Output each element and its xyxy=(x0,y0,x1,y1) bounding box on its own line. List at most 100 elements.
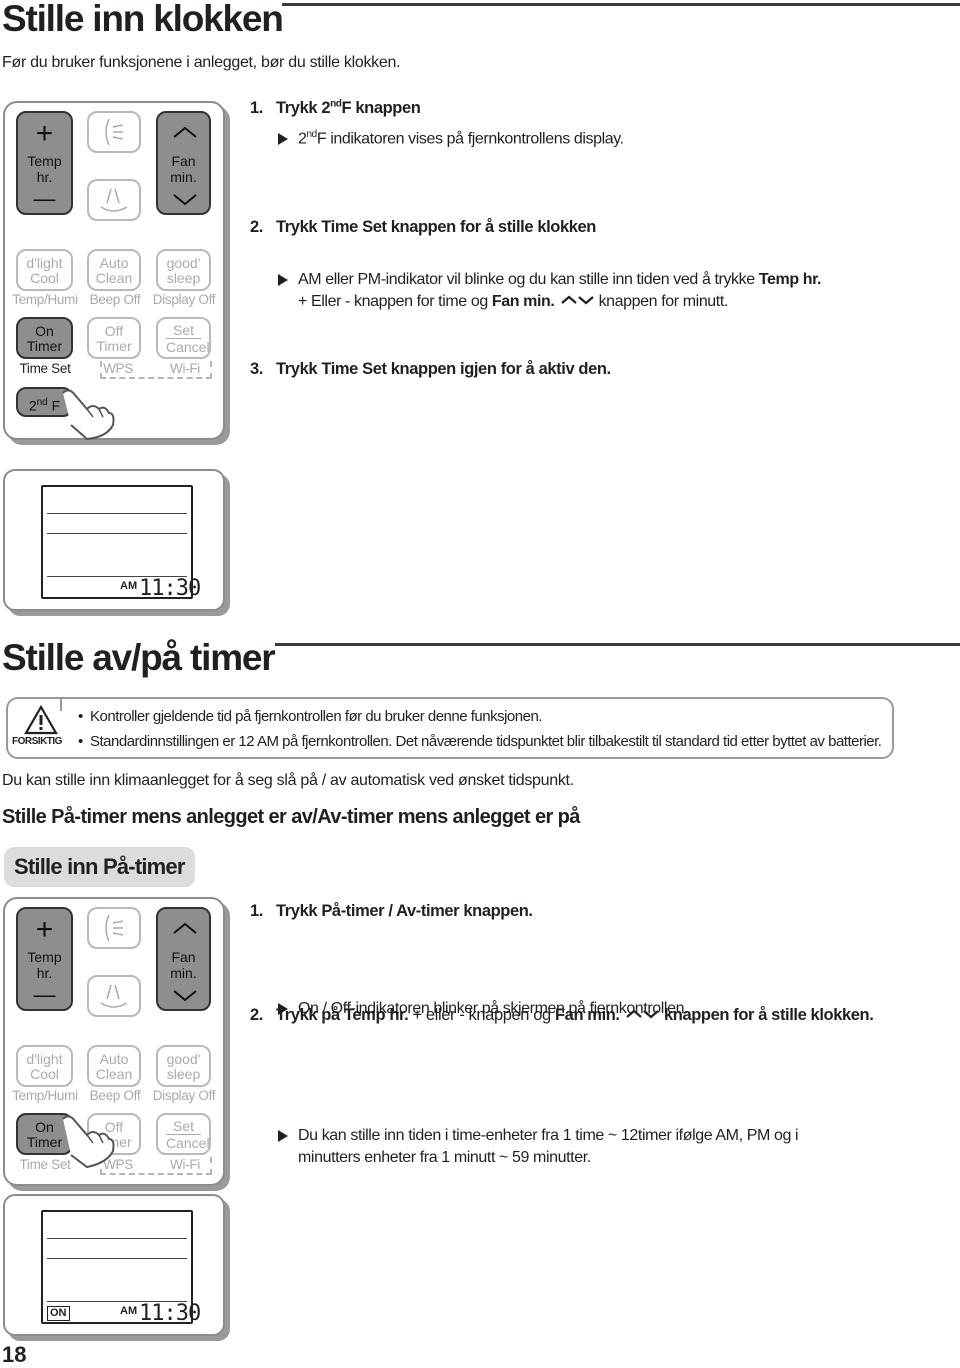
am-indicator: AM xyxy=(120,1305,138,1317)
cool-label: Cool xyxy=(30,270,59,286)
step-text: knappen. xyxy=(459,902,533,920)
caution-item: Standardinnstillingen er 12 AM på fjernk… xyxy=(78,733,882,750)
cool-label: Cool xyxy=(30,1066,59,1082)
chevron-up-icon xyxy=(173,126,197,138)
chevron-down-icon xyxy=(173,194,197,206)
display-off-caption: Display Off xyxy=(152,1088,216,1103)
dlight-cool-button[interactable]: d'light Cool xyxy=(16,249,73,291)
wifi-caption: Wi-Fi xyxy=(170,1157,200,1172)
temp-button[interactable]: + Temp hr. — xyxy=(16,111,73,215)
detail-bold: Temp hr. xyxy=(758,270,822,288)
page-number: 18 xyxy=(2,1342,27,1367)
timer-intro: Du kan stille inn klimaanlegget for å se… xyxy=(2,772,574,789)
step-text-bold: Fan min. xyxy=(554,1006,620,1024)
timer-label: Timer xyxy=(96,338,132,354)
triangle-bullet-icon xyxy=(278,273,288,286)
section-title-set-clock: Stille inn klokken xyxy=(2,0,284,39)
dlight-cool-button[interactable]: d'light Cool xyxy=(16,1045,73,1087)
remote-control-2: + Temp hr. — Fan min. d'light Cool Temp/… xyxy=(3,897,225,1186)
swing-vertical-icon xyxy=(105,118,124,146)
swing-vertical-button[interactable] xyxy=(87,907,141,949)
step-title: Trykk Time Set knappen for å stille klok… xyxy=(276,218,596,236)
off-label: Off xyxy=(104,323,124,339)
beep-off-caption: Beep Off xyxy=(89,1088,141,1103)
up-down-arrows-icon xyxy=(560,295,594,305)
good-sleep-button[interactable]: good' sleep xyxy=(156,1045,211,1087)
lcd-line xyxy=(47,1238,187,1239)
sleep-label: sleep xyxy=(166,1066,201,1082)
fan-button[interactable]: Fan min. xyxy=(156,111,211,215)
swing-vertical-button[interactable] xyxy=(87,111,141,153)
caution-divider xyxy=(60,697,62,711)
plus-icon: + xyxy=(35,913,54,946)
step-number: 1. xyxy=(250,99,263,117)
set-label: Set xyxy=(172,322,194,338)
fan-label: Fan xyxy=(171,153,196,169)
timer-step-2-detail: Du kan stille inn tiden i time-enheter f… xyxy=(278,1125,898,1170)
remote-display-1: AM 11:30 xyxy=(3,469,225,611)
dlight-label: d'light xyxy=(26,1051,63,1067)
step-text: Trykk på xyxy=(276,1006,344,1024)
caution-item: Kontroller gjeldende tid på fjernkontrol… xyxy=(78,708,542,725)
caution-box: FORSIKTIG Kontroller gjeldende tid på fj… xyxy=(6,697,894,759)
temp-humi-caption: Temp/Humi xyxy=(12,292,78,307)
timer-label: Timer xyxy=(26,338,63,354)
on-label: On xyxy=(35,323,54,339)
second-f-digit: 2 xyxy=(28,397,37,414)
wifi-caption: Wi-Fi xyxy=(170,361,200,376)
on-timer-button[interactable]: On Timer xyxy=(16,317,73,359)
min-label: min. xyxy=(170,965,197,981)
swing-horizontal-icon xyxy=(100,984,128,1008)
sleep-label: sleep xyxy=(166,270,201,286)
detail-text: Du kan stille inn tiden i time-enheter f… xyxy=(298,1126,799,1144)
cancel-label: Cancel xyxy=(166,338,210,355)
lcd-line xyxy=(47,513,187,514)
detail-text: F indikatoren vises på fjernkontrollens … xyxy=(316,130,624,148)
title-rule xyxy=(275,643,960,646)
off-timer-button[interactable]: Off Timer xyxy=(87,317,141,359)
detail-sup: nd xyxy=(306,129,318,140)
fan-button[interactable]: Fan min. xyxy=(156,907,211,1011)
auto-label: Auto xyxy=(99,255,129,271)
swing-horizontal-button[interactable] xyxy=(87,975,141,1017)
title-rule xyxy=(282,3,960,6)
step-2-detail: AM eller PM-indikator vil blinke og du k… xyxy=(278,269,898,314)
step-number: 2. xyxy=(250,218,263,236)
min-label: min. xyxy=(170,169,197,185)
lcd-screen: ON AM 11:30 xyxy=(41,1210,201,1325)
set-cancel-button[interactable]: Set Cancel xyxy=(156,317,211,359)
step-text-bold: F knappen xyxy=(341,99,421,117)
good-label: good' xyxy=(166,1051,201,1067)
section-intro: Før du bruker funksjonene i anlegget, bø… xyxy=(2,54,401,71)
second-f-sup: nd xyxy=(36,397,48,408)
good-sleep-button[interactable]: good' sleep xyxy=(156,249,211,291)
hr-label: hr. xyxy=(36,965,53,981)
step-number: 3. xyxy=(250,360,263,378)
step-text-bold: Time Set xyxy=(321,360,387,378)
step-sup: nd xyxy=(330,98,342,110)
auto-clean-button[interactable]: Auto Clean xyxy=(87,1045,141,1087)
detail-prefix: 2 xyxy=(298,130,307,148)
fan-label: Fan xyxy=(171,949,196,965)
detail-bold: Fan min. xyxy=(491,293,555,311)
auto-clean-button[interactable]: Auto Clean xyxy=(87,249,141,291)
temp-button[interactable]: + Temp hr. — xyxy=(16,907,73,1011)
temp-humi-caption: Temp/Humi xyxy=(12,1088,78,1103)
step-text-bold: På-timer / Av-timer xyxy=(321,902,460,920)
chevron-up-icon xyxy=(173,922,197,934)
swing-horizontal-button[interactable] xyxy=(87,179,141,221)
temp-label: Temp xyxy=(27,153,62,169)
step-text-bold: Temp hr. xyxy=(343,1006,409,1024)
step-2: 2. Trykk Time Set knappen for å stille kl… xyxy=(250,216,596,238)
temp-label: Temp xyxy=(27,949,62,965)
timer-step-1: 1. Trykk På-timer / Av-timer knappen. xyxy=(250,900,533,922)
detail-text: knappen for minutt. xyxy=(594,293,729,311)
timer-step-2: 2. Trykk på Temp hr. + eller - knappen og… xyxy=(250,1004,874,1026)
remote-display-2: ON AM 11:30 xyxy=(3,1194,225,1336)
time-set-caption: Time Set xyxy=(19,361,71,376)
set-cancel-button[interactable]: Set Cancel xyxy=(156,1113,211,1155)
clock-time: 11:30 xyxy=(139,1301,201,1326)
remote-control-1: + Temp hr. — Fan min. d'light Cool Temp/… xyxy=(3,101,225,441)
step-text: knappen for å stille klokken. xyxy=(659,1006,874,1024)
set-on-timer-heading: Stille inn På-timer xyxy=(4,847,195,887)
